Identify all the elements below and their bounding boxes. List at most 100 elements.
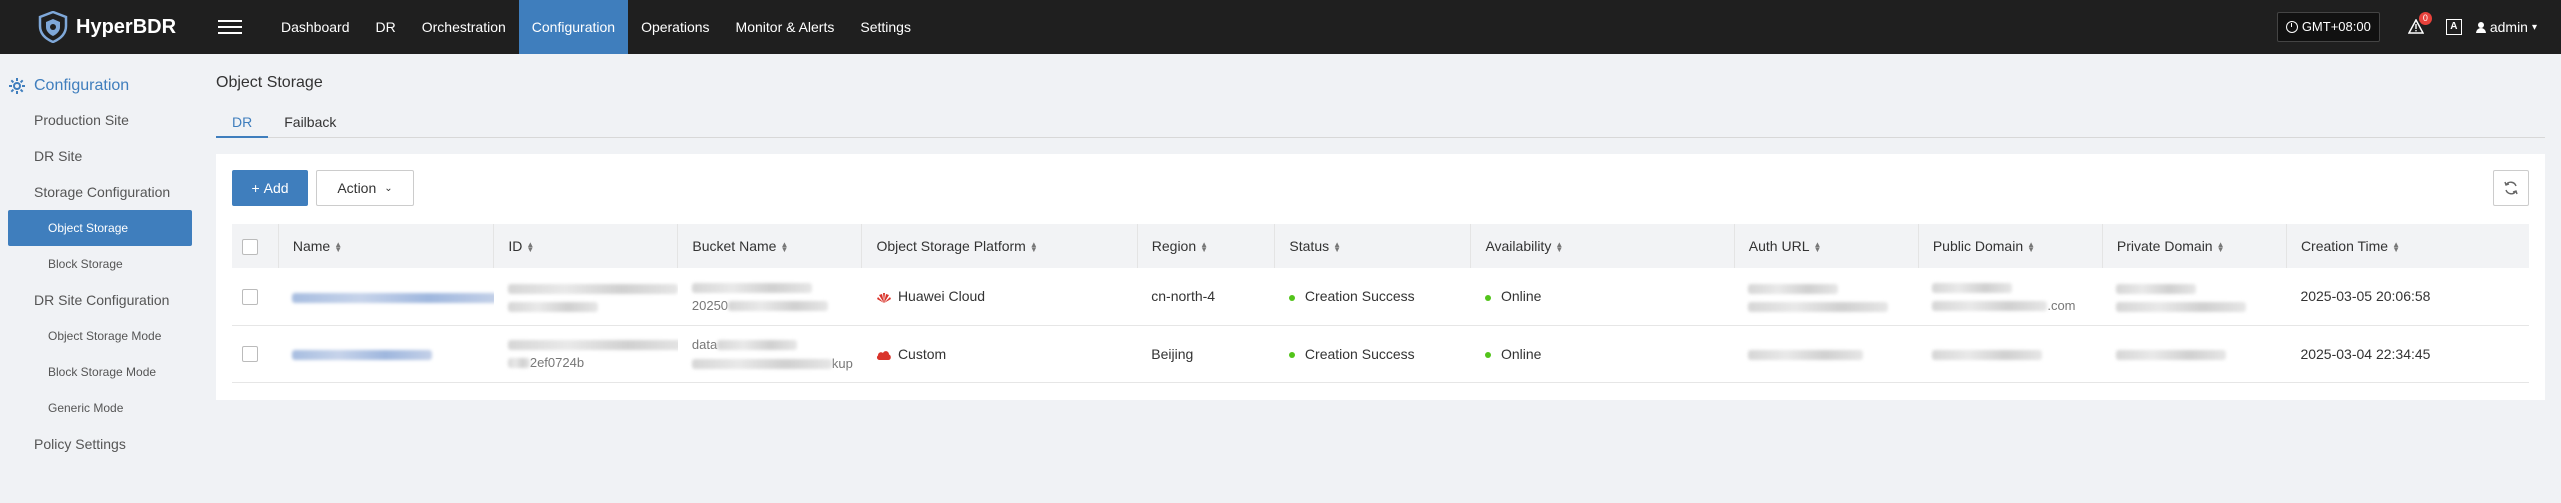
public-domain-fragment: .com	[2047, 297, 2076, 313]
availability-dot	[1484, 294, 1491, 301]
language-icon[interactable]: A	[2445, 19, 2462, 35]
column-header-name[interactable]: Name ▲ ▼	[278, 224, 495, 268]
refresh-button[interactable]	[2493, 170, 2529, 206]
nav-orchestration[interactable]: Orchestration	[409, 0, 519, 54]
hamburger-menu-icon[interactable]	[218, 16, 242, 38]
column-header-platform[interactable]: Object Storage Platform ▲ ▼	[861, 224, 1138, 268]
nav-dashboard[interactable]: Dashboard	[268, 0, 363, 54]
redacted-text	[2116, 283, 2197, 294]
select-all-checkbox[interactable]	[242, 238, 258, 255]
sidebar-item-policy-settings[interactable]: Policy Settings	[0, 426, 200, 462]
column-header-bucket-name[interactable]: Bucket Name ▲ ▼	[677, 224, 863, 268]
creation-time-cell: 2025-03-04 22:34:45	[2286, 325, 2529, 383]
sort-icon: ▲ ▼	[1333, 240, 1342, 255]
column-header-auth-url[interactable]: Auth URL ▲ ▼	[1734, 224, 1919, 268]
private-domain-cell	[2102, 268, 2287, 326]
alerts-button[interactable]: 0	[2407, 12, 2432, 35]
public-domain-cell	[1918, 325, 2103, 383]
sidebar-item-storage-configuration[interactable]: Storage Configuration	[0, 174, 200, 210]
table-header-row: Name ▲ ▼ ID ▲ ▼ Bucket Name ▲ ▼ Object Storage…	[232, 224, 2529, 268]
row-checkbox[interactable]	[242, 346, 258, 363]
sidebar-item-block-storage-mode[interactable]: Block Storage Mode	[0, 354, 200, 390]
status-dot	[1288, 351, 1295, 358]
sidebar-item-block-storage[interactable]: Block Storage	[0, 246, 200, 282]
sidebar-item-dr-site[interactable]: DR Site	[0, 138, 200, 174]
table-row[interactable]: 2ef0724b data kup Custom Beijing Creation…	[232, 325, 2529, 383]
sort-icon: ▲ ▼	[2027, 240, 2036, 255]
chevron-down-icon: ▾	[2531, 21, 2537, 33]
redacted-text	[507, 283, 678, 294]
brand-name: HyperBDR	[76, 15, 177, 38]
tab-failback[interactable]: Failback	[268, 110, 352, 138]
id-cell: 2ef0724b	[493, 325, 678, 383]
tab-dr[interactable]: DR	[216, 110, 269, 138]
column-header-region[interactable]: Region ▲ ▼	[1137, 224, 1276, 268]
sort-icon: ▲ ▼	[1029, 240, 1038, 255]
public-domain-cell: .com	[1918, 268, 2103, 326]
nav-dr[interactable]: DR	[363, 0, 409, 54]
timezone-selector[interactable]: GMT+08:00	[2276, 12, 2380, 42]
status-dot	[1288, 294, 1295, 301]
add-button[interactable]: + Add	[232, 170, 308, 206]
sidebar-item-dr-site-configuration[interactable]: DR Site Configuration	[0, 282, 200, 318]
sidebar-item-object-storage-mode[interactable]: Object Storage Mode	[0, 318, 200, 354]
sidebar-item-production-site[interactable]: Production Site	[0, 102, 200, 138]
chevron-down-icon: ⌄	[384, 182, 393, 194]
redacted-text	[1748, 283, 1839, 294]
availability-dot	[1484, 351, 1491, 358]
timezone-label: GMT+08:00	[2301, 19, 2371, 34]
app-logo[interactable]: HyperBDR	[0, 11, 210, 43]
action-dropdown[interactable]: Action ⌄	[316, 170, 414, 206]
column-header-status[interactable]: Status ▲ ▼	[1274, 224, 1472, 268]
select-all-checkbox-cell	[232, 224, 279, 268]
redacted-text	[691, 283, 812, 294]
platform-cell: Huawei Cloud	[861, 268, 1138, 326]
sort-icon: ▲ ▼	[1555, 240, 1564, 255]
name-cell[interactable]	[278, 268, 494, 326]
redacted-text	[691, 358, 832, 369]
redacted-text	[507, 301, 598, 312]
nav-monitor-alerts[interactable]: Monitor & Alerts	[723, 0, 848, 54]
nav-operations[interactable]: Operations	[628, 0, 722, 54]
name-cell[interactable]	[278, 325, 494, 383]
refresh-icon	[2504, 181, 2518, 195]
column-header-id[interactable]: ID ▲ ▼	[493, 224, 679, 268]
bucket-name-fragment: 20250	[691, 297, 729, 313]
nav-configuration[interactable]: Configuration	[518, 0, 629, 54]
sort-icon: ▲ ▼	[780, 240, 789, 255]
redacted-text	[1932, 349, 2043, 360]
row-checkbox-cell	[232, 325, 279, 383]
column-header-creation-time[interactable]: Creation Time ▲ ▼	[2286, 224, 2529, 268]
redacted-text	[1748, 349, 1864, 360]
sidebar-item-object-storage[interactable]: Object Storage	[8, 210, 192, 246]
top-navbar: HyperBDR Dashboard DR Orchestration Conf…	[0, 0, 2561, 54]
id-cell	[493, 268, 678, 326]
add-button-label: Add	[263, 180, 289, 196]
column-header-availability[interactable]: Availability ▲ ▼	[1470, 224, 1735, 268]
redacted-text	[1932, 301, 2048, 312]
table-row[interactable]: 20250 Huawei Cloud cn-north-4 Creation S…	[232, 268, 2529, 326]
row-checkbox[interactable]	[242, 288, 258, 305]
status-cell: Creation Success	[1274, 325, 1471, 383]
gear-icon	[9, 78, 25, 94]
sidebar-item-generic-mode[interactable]: Generic Mode	[0, 390, 200, 426]
action-label: Action	[337, 180, 377, 196]
row-checkbox-cell	[232, 268, 279, 326]
sidebar: Configuration Production Site DR Site St…	[0, 54, 200, 503]
user-menu[interactable]: admin ▾	[2475, 19, 2537, 35]
region-cell: Beijing	[1137, 325, 1275, 383]
tab-bar: DR Failback	[216, 110, 2545, 138]
column-header-public-domain[interactable]: Public Domain ▲ ▼	[1918, 224, 2103, 268]
redacted-name-link[interactable]	[292, 292, 494, 303]
redacted-name-link[interactable]	[292, 349, 433, 360]
nav-settings[interactable]: Settings	[847, 0, 924, 54]
huawei-icon	[876, 292, 891, 303]
object-storage-card: + Add Action ⌄ Name ▲ ▼ ID ▲ ▼ Bucket Na…	[216, 154, 2545, 400]
availability-cell: Online	[1470, 325, 1735, 383]
alert-count-badge: 0	[2418, 12, 2432, 25]
auth-url-cell	[1734, 325, 1919, 383]
redacted-text	[2116, 349, 2227, 360]
redacted-text	[1932, 283, 2013, 294]
sort-icon: ▲ ▼	[1200, 240, 1209, 255]
column-header-private-domain[interactable]: Private Domain ▲ ▼	[2102, 224, 2287, 268]
